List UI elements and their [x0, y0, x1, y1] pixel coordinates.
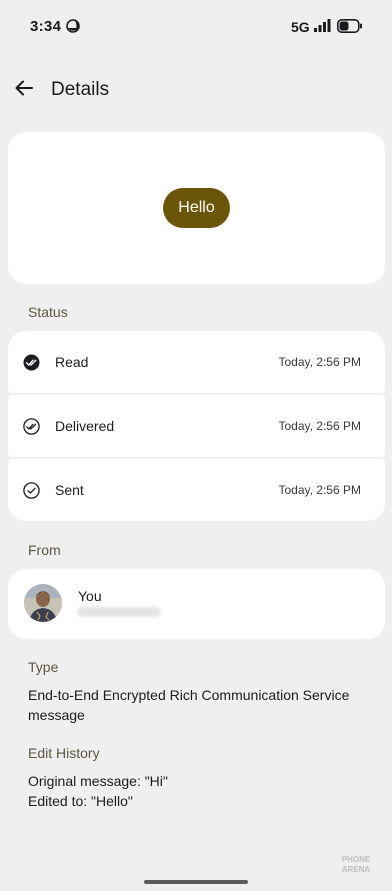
sender-name: You	[78, 588, 102, 604]
double-check-outline-icon	[23, 418, 40, 435]
message-type-value: End-to-End Encrypted Rich Communication …	[28, 687, 350, 723]
status-row-delivered: Delivered Today, 2:56 PM	[8, 395, 385, 457]
status-section-label: Status	[28, 304, 68, 320]
signal-icon	[313, 19, 331, 33]
page-title: Details	[51, 79, 110, 100]
message-preview-card: Hello	[8, 132, 385, 284]
from-section-label: From	[28, 542, 61, 558]
svg-text:ARENA: ARENA	[342, 865, 371, 874]
status-time: Today, 2:56 PM	[278, 483, 362, 497]
status-label: Read	[55, 354, 89, 370]
gesture-nav-handle[interactable]	[144, 880, 248, 884]
redacted-phone-number	[77, 607, 161, 617]
status-time: Today, 2:56 PM	[278, 419, 362, 433]
edit-history-original: Original message: "Hi"	[28, 773, 168, 789]
avatar	[24, 584, 62, 622]
arrow-left-icon	[14, 78, 34, 103]
edit-history-section-label: Edit History	[28, 745, 100, 761]
moon-icon	[66, 19, 80, 33]
battery-icon	[337, 19, 363, 33]
sender-card[interactable]: You	[8, 569, 385, 639]
status-time: Today, 2:56 PM	[278, 355, 362, 369]
back-button[interactable]	[10, 76, 38, 104]
double-check-filled-icon	[23, 354, 40, 371]
app-bar: Details	[0, 66, 392, 114]
status-bar: 3:34 5G	[0, 0, 392, 52]
status-time: 3:34	[30, 18, 62, 35]
status-row-read: Read Today, 2:56 PM	[8, 331, 385, 393]
status-list: Read Today, 2:56 PM Delivered Today, 2:5…	[8, 331, 385, 521]
watermark-logo: PHONE ARENA	[336, 852, 376, 876]
edit-history-edited: Edited to: "Hello"	[28, 793, 133, 809]
status-label: Sent	[55, 482, 84, 498]
status-row-sent: Sent Today, 2:56 PM	[8, 459, 385, 521]
type-section-label: Type	[28, 659, 59, 675]
status-label: Delivered	[55, 418, 115, 434]
svg-text:PHONE: PHONE	[342, 855, 371, 864]
message-bubble: Hello	[163, 188, 230, 228]
network-type: 5G	[291, 19, 310, 35]
check-outline-icon	[23, 482, 40, 499]
